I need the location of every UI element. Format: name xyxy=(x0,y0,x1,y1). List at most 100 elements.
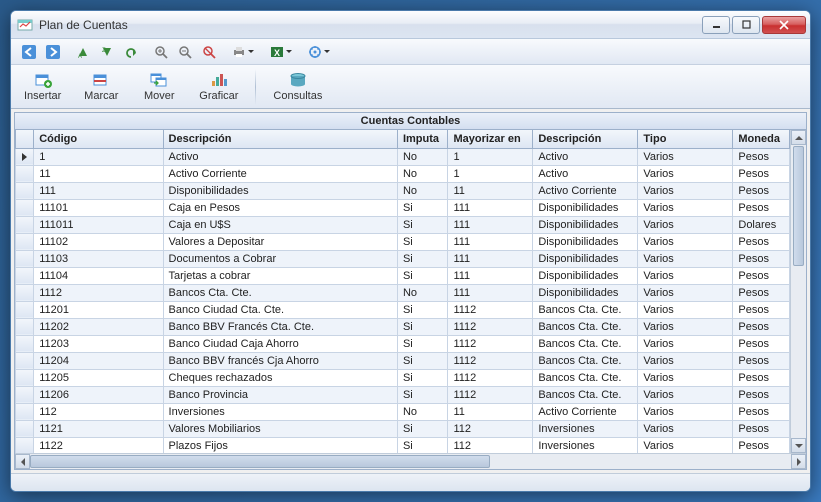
minimize-button[interactable] xyxy=(702,16,730,34)
cell-codigo[interactable]: 11103 xyxy=(34,250,163,267)
table-row[interactable]: 11104Tarjetas a cobrarSi111Disponibilida… xyxy=(16,267,790,284)
row-indicator[interactable] xyxy=(16,301,34,318)
queries-button[interactable]: Consultas xyxy=(266,67,329,107)
cell-descripcion2[interactable]: Activo xyxy=(533,148,638,165)
cell-descripcion[interactable]: Valores a Depositar xyxy=(163,233,397,250)
table-row[interactable]: 11201Banco Ciudad Cta. Cte.Si1112Bancos … xyxy=(16,301,790,318)
cell-mayorizar[interactable]: 11 xyxy=(448,182,533,199)
cell-imputa[interactable]: No xyxy=(397,403,448,420)
scroll-right-button[interactable] xyxy=(791,454,806,469)
cell-descripcion2[interactable]: Activo Corriente xyxy=(533,403,638,420)
table-row[interactable]: 1122Plazos FijosSi112InversionesVariosPe… xyxy=(16,437,790,453)
table-row[interactable]: 11206Banco ProvinciaSi1112Bancos Cta. Ct… xyxy=(16,386,790,403)
col-imputa[interactable]: Imputa xyxy=(397,130,448,148)
cell-moneda[interactable]: Pesos xyxy=(733,165,790,182)
cell-imputa[interactable]: Si xyxy=(397,199,448,216)
cell-tipo[interactable]: Varios xyxy=(638,148,733,165)
nav-forward-button[interactable] xyxy=(42,42,64,62)
cell-imputa[interactable]: Si xyxy=(397,352,448,369)
row-indicator[interactable] xyxy=(16,352,34,369)
row-indicator[interactable] xyxy=(16,284,34,301)
cell-codigo[interactable]: 1122 xyxy=(34,437,163,453)
cell-tipo[interactable]: Varios xyxy=(638,250,733,267)
cell-imputa[interactable]: Si xyxy=(397,369,448,386)
cell-descripcion2[interactable]: Bancos Cta. Cte. xyxy=(533,386,638,403)
cell-moneda[interactable]: Pesos xyxy=(733,318,790,335)
row-indicator[interactable] xyxy=(16,216,34,233)
scroll-thumb[interactable] xyxy=(793,146,804,266)
cell-tipo[interactable]: Varios xyxy=(638,386,733,403)
cell-descripcion[interactable]: Documentos a Cobrar xyxy=(163,250,397,267)
mark-button[interactable]: Marcar xyxy=(76,67,126,107)
move-button[interactable]: Mover xyxy=(134,67,184,107)
table-row[interactable]: 111DisponibilidadesNo11Activo CorrienteV… xyxy=(16,182,790,199)
cell-descripcion2[interactable]: Bancos Cta. Cte. xyxy=(533,335,638,352)
table-row[interactable]: 1121Valores MobiliariosSi112InversionesV… xyxy=(16,420,790,437)
cell-codigo[interactable]: 11201 xyxy=(34,301,163,318)
cell-descripcion2[interactable]: Disponibilidades xyxy=(533,233,638,250)
horizontal-scrollbar[interactable] xyxy=(15,453,806,469)
hscroll-thumb[interactable] xyxy=(30,455,490,468)
cell-moneda[interactable]: Pesos xyxy=(733,233,790,250)
cell-moneda[interactable]: Pesos xyxy=(733,437,790,453)
insert-button[interactable]: Insertar xyxy=(17,67,68,107)
cell-descripcion[interactable]: Activo xyxy=(163,148,397,165)
cell-mayorizar[interactable]: 111 xyxy=(448,216,533,233)
row-indicator[interactable] xyxy=(16,420,34,437)
close-button[interactable] xyxy=(762,16,806,34)
cell-descripcion[interactable]: Bancos Cta. Cte. xyxy=(163,284,397,301)
cell-descripcion2[interactable]: Inversiones xyxy=(533,437,638,453)
undo-button[interactable] xyxy=(120,42,142,62)
cell-mayorizar[interactable]: 1112 xyxy=(448,369,533,386)
cell-descripcion[interactable]: Caja en Pesos xyxy=(163,199,397,216)
cell-codigo[interactable]: 11 xyxy=(34,165,163,182)
cell-descripcion2[interactable]: Disponibilidades xyxy=(533,267,638,284)
cell-descripcion2[interactable]: Bancos Cta. Cte. xyxy=(533,318,638,335)
titlebar[interactable]: Plan de Cuentas xyxy=(11,11,810,39)
cell-descripcion[interactable]: Disponibilidades xyxy=(163,182,397,199)
row-indicator[interactable] xyxy=(16,250,34,267)
cell-mayorizar[interactable]: 112 xyxy=(448,420,533,437)
cell-tipo[interactable]: Varios xyxy=(638,335,733,352)
cell-tipo[interactable]: Varios xyxy=(638,165,733,182)
row-indicator[interactable] xyxy=(16,386,34,403)
table-row[interactable]: 1112Bancos Cta. Cte.No111Disponibilidade… xyxy=(16,284,790,301)
col-descripcion[interactable]: Descripción xyxy=(163,130,397,148)
cell-imputa[interactable]: No xyxy=(397,284,448,301)
cell-descripcion[interactable]: Tarjetas a cobrar xyxy=(163,267,397,284)
cell-imputa[interactable]: Si xyxy=(397,250,448,267)
sort-desc-button[interactable]: Z xyxy=(96,42,118,62)
col-moneda[interactable]: Moneda xyxy=(733,130,790,148)
cell-descripcion2[interactable]: Disponibilidades xyxy=(533,199,638,216)
cell-moneda[interactable]: Pesos xyxy=(733,301,790,318)
nav-back-button[interactable] xyxy=(18,42,40,62)
cell-imputa[interactable]: Si xyxy=(397,267,448,284)
cell-tipo[interactable]: Varios xyxy=(638,301,733,318)
table-row[interactable]: 11202Banco BBV Francés Cta. Cte.Si1112Ba… xyxy=(16,318,790,335)
row-indicator[interactable] xyxy=(16,199,34,216)
cell-tipo[interactable]: Varios xyxy=(638,318,733,335)
cell-mayorizar[interactable]: 111 xyxy=(448,199,533,216)
table-row[interactable]: 11102Valores a DepositarSi111Disponibili… xyxy=(16,233,790,250)
cell-tipo[interactable]: Varios xyxy=(638,352,733,369)
settings-dropdown[interactable] xyxy=(304,42,334,62)
row-indicator[interactable] xyxy=(16,182,34,199)
cell-descripcion[interactable]: Banco Ciudad Caja Ahorro xyxy=(163,335,397,352)
cell-codigo[interactable]: 11205 xyxy=(34,369,163,386)
cell-tipo[interactable]: Varios xyxy=(638,403,733,420)
cell-moneda[interactable]: Pesos xyxy=(733,403,790,420)
cell-moneda[interactable]: Pesos xyxy=(733,250,790,267)
row-indicator[interactable] xyxy=(16,267,34,284)
table-row[interactable]: 11103Documentos a CobrarSi111Disponibili… xyxy=(16,250,790,267)
cell-descripcion2[interactable]: Bancos Cta. Cte. xyxy=(533,369,638,386)
cell-moneda[interactable]: Pesos xyxy=(733,267,790,284)
cell-imputa[interactable]: No xyxy=(397,165,448,182)
cell-mayorizar[interactable]: 1112 xyxy=(448,318,533,335)
cell-codigo[interactable]: 1112 xyxy=(34,284,163,301)
accounts-table[interactable]: Código Descripción Imputa Mayorizar en D… xyxy=(15,130,790,453)
cell-descripcion2[interactable]: Disponibilidades xyxy=(533,284,638,301)
table-row[interactable]: 11204Banco BBV francés Cja AhorroSi1112B… xyxy=(16,352,790,369)
cell-mayorizar[interactable]: 112 xyxy=(448,437,533,453)
cell-tipo[interactable]: Varios xyxy=(638,267,733,284)
cell-codigo[interactable]: 11101 xyxy=(34,199,163,216)
